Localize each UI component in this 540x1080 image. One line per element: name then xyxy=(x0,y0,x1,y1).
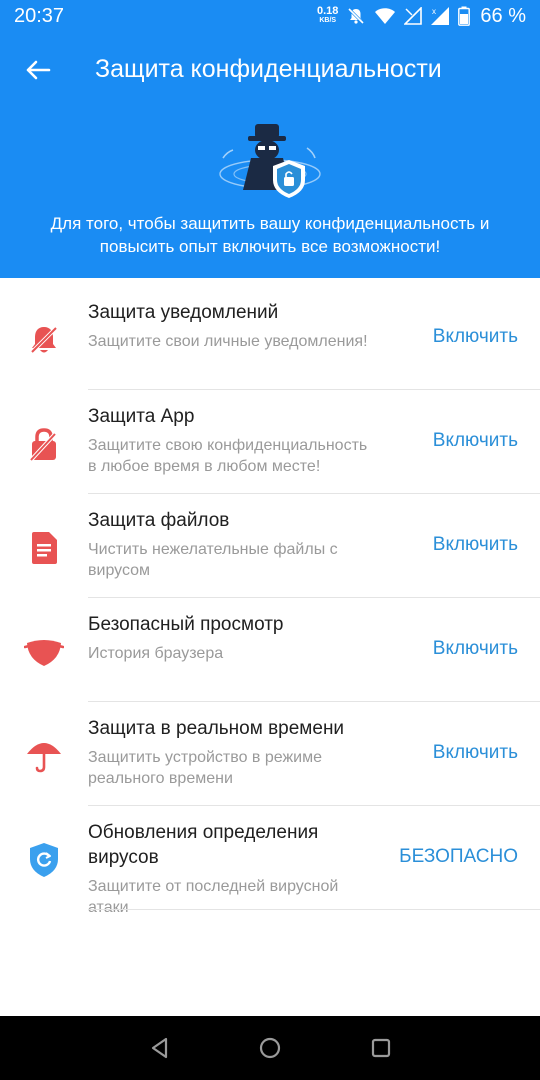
mute-icon xyxy=(346,6,366,26)
list-item-subtitle: Защитите свою конфиденциальность в любое… xyxy=(88,437,368,475)
header-banner: 20:37 0.18 KB/S x 66 % Защита конфиденци… xyxy=(0,0,540,278)
list-item-title: Защита файлов xyxy=(88,510,230,531)
protection-list: Защита уведомлений Защитите свои личные … xyxy=(0,286,540,916)
list-item-subtitle: Защитите свои личные уведомления! xyxy=(88,333,368,350)
divider xyxy=(88,909,540,910)
list-item-text: Обновления определения вирусов Защитите … xyxy=(88,820,378,918)
nav-recents-button[interactable] xyxy=(369,1036,393,1060)
net-speed-unit: KB/S xyxy=(319,17,337,24)
list-item-title: Защита в реальном времени xyxy=(88,718,345,739)
status-bar: 20:37 0.18 KB/S x 66 % xyxy=(0,0,540,32)
umbrella-icon xyxy=(24,736,64,776)
list-item-virus-definitions[interactable]: Обновления определения вирусов Защитите … xyxy=(0,806,540,916)
list-item-app-protection[interactable]: Защита App Защитите свою конфиденциально… xyxy=(0,390,540,494)
list-item-title: Обновления определения вирусов xyxy=(88,822,319,868)
enable-button[interactable]: Включить xyxy=(433,742,518,764)
back-triangle-icon xyxy=(151,1037,168,1059)
enable-button[interactable]: Включить xyxy=(433,534,518,556)
list-item-text: Безопасный просмотр История браузера xyxy=(88,612,378,664)
back-button[interactable] xyxy=(22,54,54,86)
arrow-left-icon xyxy=(26,60,51,80)
list-item-title: Защита уведомлений xyxy=(88,302,279,323)
page-title: Защита конфиденциальности xyxy=(95,55,442,83)
battery-percent: 66 % xyxy=(480,4,526,27)
list-item-text: Защита файлов Чистить нежелательные файл… xyxy=(88,508,378,581)
list-item-text: Защита уведомлений Защитите свои личные … xyxy=(88,300,378,352)
net-speed: 0.18 KB/S xyxy=(317,6,338,26)
lock-icon xyxy=(24,424,64,464)
navigation-bar xyxy=(0,1016,540,1080)
bell-off-icon xyxy=(24,320,64,360)
list-item-text: Защита App Защитите свою конфиденциально… xyxy=(88,404,378,477)
status-time: 20:37 xyxy=(14,5,65,27)
safe-status-label: БЕЗОПАСНО xyxy=(399,846,518,867)
signal-icon: x xyxy=(430,6,450,26)
battery-icon xyxy=(458,6,471,26)
list-item-subtitle: Защитить устройство в режиме реального в… xyxy=(88,749,323,787)
list-item-subtitle: История браузера xyxy=(88,645,224,662)
list-item-title: Защита App xyxy=(88,406,195,427)
nav-back-button[interactable] xyxy=(148,1036,172,1060)
shield-refresh-icon xyxy=(24,840,64,880)
list-item-notification-protection[interactable]: Защита уведомлений Защитите свои личные … xyxy=(0,286,540,390)
status-right-group: 0.18 KB/S x 66 % xyxy=(317,3,526,29)
recents-square-icon xyxy=(371,1038,391,1058)
wifi-icon xyxy=(374,7,396,25)
list-item-realtime-protection[interactable]: Защита в реальном времени Защитить устро… xyxy=(0,702,540,806)
list-item-subtitle: Чистить нежелательные файлы с вирусом xyxy=(88,541,338,579)
header-description: Для того, чтобы защитить вашу конфиденци… xyxy=(50,214,490,256)
spy-shield-icon xyxy=(215,118,325,206)
list-item-title: Безопасный просмотр xyxy=(88,614,284,635)
file-icon xyxy=(24,528,64,568)
list-item-subtitle: Защитите от последней вирусной атаки xyxy=(88,878,339,916)
list-item-text: Защита в реальном времени Защитить устро… xyxy=(88,716,378,789)
mask-icon xyxy=(24,632,64,672)
home-circle-icon xyxy=(259,1037,281,1059)
net-speed-value: 0.18 xyxy=(316,5,339,17)
svg-text:x: x xyxy=(432,7,436,16)
enable-button[interactable]: Включить xyxy=(433,326,518,348)
list-item-safe-browsing[interactable]: Безопасный просмотр История браузера Вкл… xyxy=(0,598,540,702)
list-item-file-protection[interactable]: Защита файлов Чистить нежелательные файл… xyxy=(0,494,540,598)
enable-button[interactable]: Включить xyxy=(433,430,518,452)
signal-icon xyxy=(404,7,423,25)
nav-home-button[interactable] xyxy=(258,1036,282,1060)
enable-button[interactable]: Включить xyxy=(433,638,518,660)
